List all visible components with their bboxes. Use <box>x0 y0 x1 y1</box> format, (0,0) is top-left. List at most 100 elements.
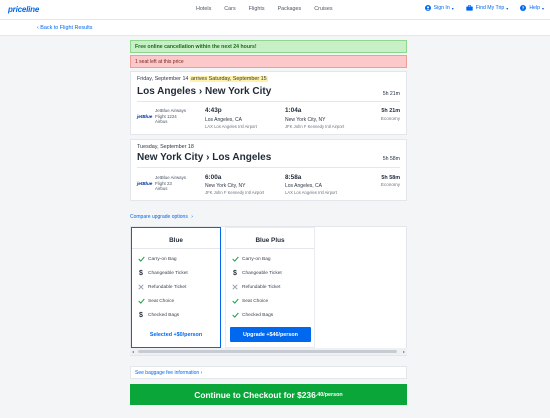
fare-title: Blue Plus <box>255 237 285 244</box>
dollar-icon: $ <box>233 270 237 277</box>
divider <box>132 248 220 249</box>
feature-label: Carry-on Bag <box>148 256 177 262</box>
jetblue-logo: jetBlue <box>137 181 153 186</box>
cabin-class: Economy <box>380 116 400 121</box>
seats-left-banner: 1 seat left at this price <box>130 55 407 68</box>
feature-label: Changeable Ticket <box>148 271 188 276</box>
outbound-airline-info: JetBlue Airways Flight 1224 Airbus <box>155 108 186 125</box>
check-icon <box>137 298 145 304</box>
priceline-logo[interactable]: priceline <box>8 5 39 14</box>
feature-label: Seat Choice <box>242 298 269 304</box>
checkout-cents: .40/person <box>315 391 343 398</box>
dollar-icon: $ <box>139 270 143 277</box>
main-nav: Hotels Cars Flights Packages Cruises <box>196 6 346 12</box>
nav-flights[interactable]: Flights <box>249 6 265 12</box>
nav-hotels[interactable]: Hotels <box>196 6 211 12</box>
chevron-down-icon: ▾ <box>506 5 509 11</box>
arrive-city: New York City, NY <box>285 117 326 123</box>
help-label: Help <box>529 5 540 11</box>
outbound-date-text: Friday, September 14 <box>137 76 189 82</box>
scrollbar-thumb[interactable] <box>138 350 397 353</box>
account-nav: Sign In ▾ Find My Trip ▾ ? Help ▾ <box>413 5 544 11</box>
depart-time: 4:43p <box>205 107 222 114</box>
feature-row: $ Changeable Ticket <box>231 270 282 277</box>
help-button[interactable]: ? Help ▾ <box>520 5 544 11</box>
return-date: Tuesday, September 18 <box>137 144 194 150</box>
upgrade-options: Blue Carry-on Bag $ Changeable Ticket Re… <box>130 226 407 356</box>
feature-row: Carry-on Bag <box>137 256 177 262</box>
selected-fare-label: Selected +$0/person <box>149 332 203 338</box>
divider <box>137 101 400 102</box>
feature-label: Checked Bags <box>242 312 274 318</box>
check-icon <box>231 298 239 304</box>
arrival-note: arrives Saturday, September 15 <box>189 76 268 82</box>
sub-header: ‹ Back to Flight Results <box>0 20 550 36</box>
back-to-results-link[interactable]: ‹ Back to Flight Results <box>37 25 92 31</box>
check-icon <box>231 256 239 262</box>
baggage-fee-link[interactable]: See baggage fee information › <box>130 366 407 379</box>
feature-row: Refundable Ticket <box>137 284 186 290</box>
return-flight-card: Tuesday, September 18 New York City › Lo… <box>130 139 407 201</box>
compare-upgrade-options-link[interactable]: Compare upgrade options › <box>130 214 193 220</box>
depart-airport: JFK John F Kennedy Intl Airport <box>205 190 265 195</box>
feature-row: Seat Choice <box>137 298 174 304</box>
leg-duration: 5h 21m <box>381 108 400 114</box>
arrive-city: Los Angeles, CA <box>285 183 322 189</box>
scroll-right-icon[interactable]: ▸ <box>403 349 405 354</box>
airline-name: JetBlue Airways <box>155 108 186 113</box>
outbound-total-duration: 5h 21m <box>382 91 400 97</box>
arrive-airport: LAX Los Angeles Intl Airport <box>285 190 337 195</box>
fare-title: Blue <box>169 237 183 244</box>
outbound-flight-card: Friday, September 14 arrives Saturday, S… <box>130 71 407 135</box>
cabin-class: Economy <box>380 182 400 187</box>
fare-option-blue-plus[interactable]: Blue Plus Carry-on Bag $ Changeable Tick… <box>225 227 315 348</box>
feature-row: Checked Bags <box>231 312 273 318</box>
fare-option-blue[interactable]: Blue Carry-on Bag $ Changeable Ticket Re… <box>131 227 221 348</box>
return-total-duration: 5h 58m <box>382 156 400 162</box>
depart-city: Los Angeles, CA <box>205 117 242 123</box>
feature-row: Seat Choice <box>231 298 268 304</box>
check-icon <box>231 312 239 318</box>
help-icon: ? <box>520 5 527 11</box>
feature-label: Seat Choice <box>148 298 175 304</box>
arrive-time: 1:04a <box>285 107 302 114</box>
outbound-date: Friday, September 14 arrives Saturday, S… <box>137 76 268 82</box>
feature-label: Carry-on Bag <box>242 256 271 262</box>
leg-duration: 5h 58m <box>381 175 400 181</box>
nav-packages[interactable]: Packages <box>278 6 302 12</box>
upgrade-button[interactable]: Upgrade +$46/person <box>230 327 311 342</box>
aircraft-type: Airbus <box>155 186 168 192</box>
x-icon <box>231 284 239 290</box>
find-my-trip-label: Find My Trip <box>475 5 505 11</box>
feature-row: Refundable Ticket <box>231 284 280 290</box>
feature-label: Refundable Ticket <box>148 284 187 290</box>
nav-cruises[interactable]: Cruises <box>314 6 332 12</box>
outbound-route: Los Angeles › New York City <box>137 86 272 97</box>
x-icon <box>137 284 145 290</box>
chevron-down-icon: ▾ <box>451 5 454 11</box>
feature-row: $ Checked Bags <box>137 312 179 319</box>
cancellation-banner: Free online cancellation within the next… <box>130 40 407 53</box>
sign-in-button[interactable]: Sign In ▾ <box>424 5 454 11</box>
feature-label: Changeable Ticket <box>242 271 282 276</box>
feature-label: Checked Bags <box>148 313 180 318</box>
nav-cars[interactable]: Cars <box>224 6 235 12</box>
compare-link-label: Compare upgrade options <box>130 214 188 220</box>
airline-name: JetBlue Airways <box>155 175 186 180</box>
arrive-time: 8:58a <box>285 174 302 181</box>
feature-row: Carry-on Bag <box>231 256 271 262</box>
continue-to-checkout-button[interactable]: Continue to Checkout for $236.40/person <box>130 384 407 405</box>
chevron-down-icon: ▾ <box>541 5 544 11</box>
find-my-trip-button[interactable]: Find My Trip ▾ <box>466 5 509 11</box>
jetblue-logo: jetBlue <box>137 114 153 119</box>
check-icon <box>137 256 145 262</box>
depart-airport: LAX Los Angeles Intl Airport <box>205 124 257 129</box>
horizontal-scrollbar[interactable]: ◂ ▸ <box>130 348 407 355</box>
svg-text:?: ? <box>522 6 525 11</box>
top-navigation-bar: priceline Hotels Cars Flights Packages C… <box>0 0 550 20</box>
return-airline-info: JetBlue Airways Flight 23 Airbus <box>155 175 186 192</box>
scroll-left-icon[interactable]: ◂ <box>132 349 134 354</box>
divider <box>137 167 400 168</box>
sign-in-label: Sign In <box>433 5 450 11</box>
user-icon <box>424 5 431 11</box>
